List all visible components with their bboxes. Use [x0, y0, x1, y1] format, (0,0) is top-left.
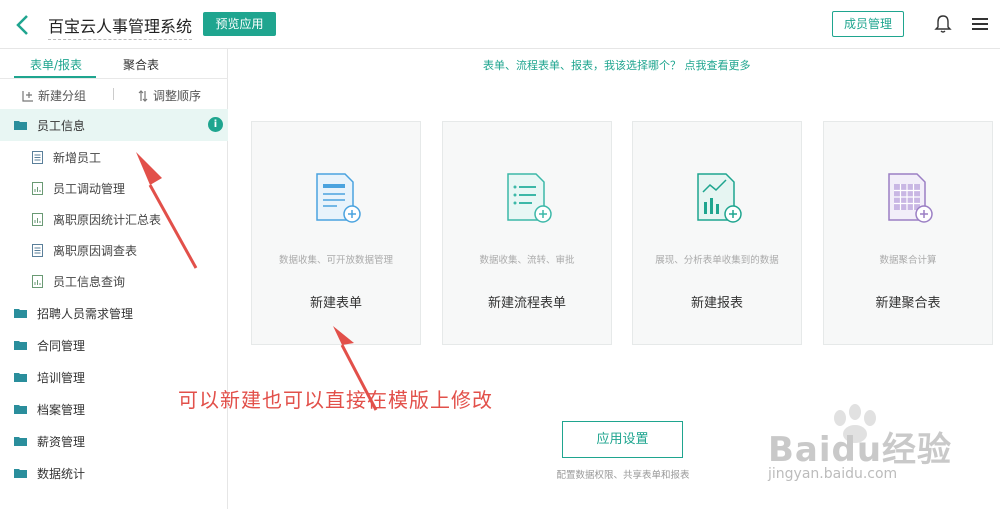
- card-description: 数据收集、流转、审批: [479, 255, 575, 266]
- group-label: 合同管理: [37, 338, 86, 353]
- sidebar-item-label: 员工信息查询: [53, 275, 126, 289]
- app-title[interactable]: 百宝云人事管理系统: [48, 13, 193, 40]
- card-title: 新建报表: [690, 296, 743, 311]
- new-form-card[interactable]: 数据收集、可开放数据管理 新建表单: [251, 121, 421, 345]
- new-flow-form-card[interactable]: 数据收集、流转、审批 新建流程表单: [442, 121, 612, 345]
- new-group-icon: [22, 90, 33, 102]
- new-group-label: 新建分组: [38, 89, 87, 103]
- card-description: 数据收集、可开放数据管理: [278, 255, 393, 266]
- sort-icon: [138, 89, 148, 102]
- group-label: 数据统计: [37, 466, 86, 481]
- tab-forms-reports[interactable]: 表单/报表: [30, 56, 82, 73]
- new-group-button[interactable]: 新建分组: [22, 87, 86, 104]
- report-doc-icon: [32, 182, 43, 195]
- bell-icon[interactable]: [934, 14, 952, 34]
- help-link[interactable]: 表单、流程表单、报表，我该选择哪个？ 点我查看更多: [483, 57, 751, 73]
- sidebar-item-label: 新增员工: [53, 151, 102, 165]
- new-report-card[interactable]: 展现、分析表单收集到的数据 新建报表: [632, 121, 802, 345]
- app-settings-description: 配置数据权限、共享表单和报表: [556, 470, 690, 481]
- form-doc-icon: [32, 151, 43, 164]
- back-arrow-icon[interactable]: [14, 14, 34, 36]
- sidebar-group-employee-info[interactable]: 员工信息 i: [0, 109, 228, 141]
- toolbar-divider: [113, 88, 114, 100]
- folder-icon: [14, 405, 27, 414]
- sidebar-item-employee-query[interactable]: 员工信息查询: [0, 266, 228, 297]
- reorder-label: 调整顺序: [153, 89, 202, 103]
- sidebar-item-resignation-summary[interactable]: 离职原因统计汇总表: [0, 204, 228, 235]
- folder-icon: [14, 437, 27, 446]
- sidebar: 表单/报表 聚合表 新建分组 调整顺序 员工信息 i 新增员工 员工调动管理 离…: [0, 49, 228, 509]
- info-icon[interactable]: i: [208, 117, 223, 132]
- sidebar-group-salary[interactable]: 薪资管理: [0, 425, 228, 457]
- group-label: 招聘人员需求管理: [37, 306, 134, 321]
- watermark-url: jingyan.baidu.com: [768, 466, 898, 482]
- sidebar-item-label: 员工调动管理: [53, 182, 126, 196]
- reorder-button[interactable]: 调整顺序: [137, 87, 201, 104]
- card-title: 新建聚合表: [875, 296, 941, 311]
- sidebar-group-statistics[interactable]: 数据统计: [0, 457, 228, 489]
- sidebar-group-contract[interactable]: 合同管理: [0, 329, 228, 361]
- tab-aggregate[interactable]: 聚合表: [123, 56, 159, 73]
- folder-icon: [14, 373, 27, 382]
- report-doc-icon: [32, 275, 43, 288]
- report-doc-icon: [32, 213, 43, 226]
- sidebar-tabs: 表单/报表 聚合表: [0, 49, 228, 79]
- sidebar-item-label: 离职原因调查表: [53, 244, 138, 258]
- menu-icon[interactable]: [972, 17, 988, 31]
- sidebar-item-new-employee[interactable]: 新增员工: [0, 142, 228, 173]
- sidebar-item-label: 离职原因统计汇总表: [53, 213, 162, 227]
- folder-icon: [14, 341, 27, 350]
- group-label: 薪资管理: [37, 434, 86, 449]
- new-aggregate-card[interactable]: 数据聚合计算 新建聚合表: [823, 121, 993, 345]
- folder-icon: [14, 469, 27, 478]
- member-management-button[interactable]: 成员管理: [832, 11, 904, 37]
- card-description: 展现、分析表单收集到的数据: [655, 255, 779, 266]
- sidebar-toolbar: 新建分组 调整顺序: [0, 79, 228, 109]
- new-form-icon: [316, 173, 361, 223]
- folder-icon: [14, 309, 27, 318]
- annotation-text: 可以新建也可以直接在模版上修改: [178, 388, 493, 412]
- watermark-brand: Baidu经验: [768, 430, 953, 470]
- sidebar-group-recruitment[interactable]: 招聘人员需求管理: [0, 297, 228, 329]
- sidebar-item-transfer[interactable]: 员工调动管理: [0, 173, 228, 204]
- app-settings-button[interactable]: 应用设置: [562, 421, 683, 458]
- group-label: 员工信息: [37, 118, 86, 133]
- form-doc-icon: [32, 244, 43, 257]
- new-report-icon: [697, 173, 742, 223]
- card-title: 新建流程表单: [487, 296, 566, 311]
- top-bar: 百宝云人事管理系统 预览应用 成员管理: [0, 0, 1000, 49]
- group-label: 档案管理: [37, 402, 86, 417]
- card-title: 新建表单: [309, 296, 362, 311]
- folder-icon: [14, 121, 27, 130]
- new-flow-form-icon: [507, 173, 552, 223]
- new-aggregate-icon: [888, 173, 933, 223]
- active-tab-indicator: [14, 76, 96, 78]
- sidebar-item-resignation-survey[interactable]: 离职原因调查表: [0, 235, 228, 266]
- preview-app-button[interactable]: 预览应用: [203, 12, 276, 36]
- group-label: 培训管理: [37, 370, 86, 385]
- card-description: 数据聚合计算: [879, 255, 937, 266]
